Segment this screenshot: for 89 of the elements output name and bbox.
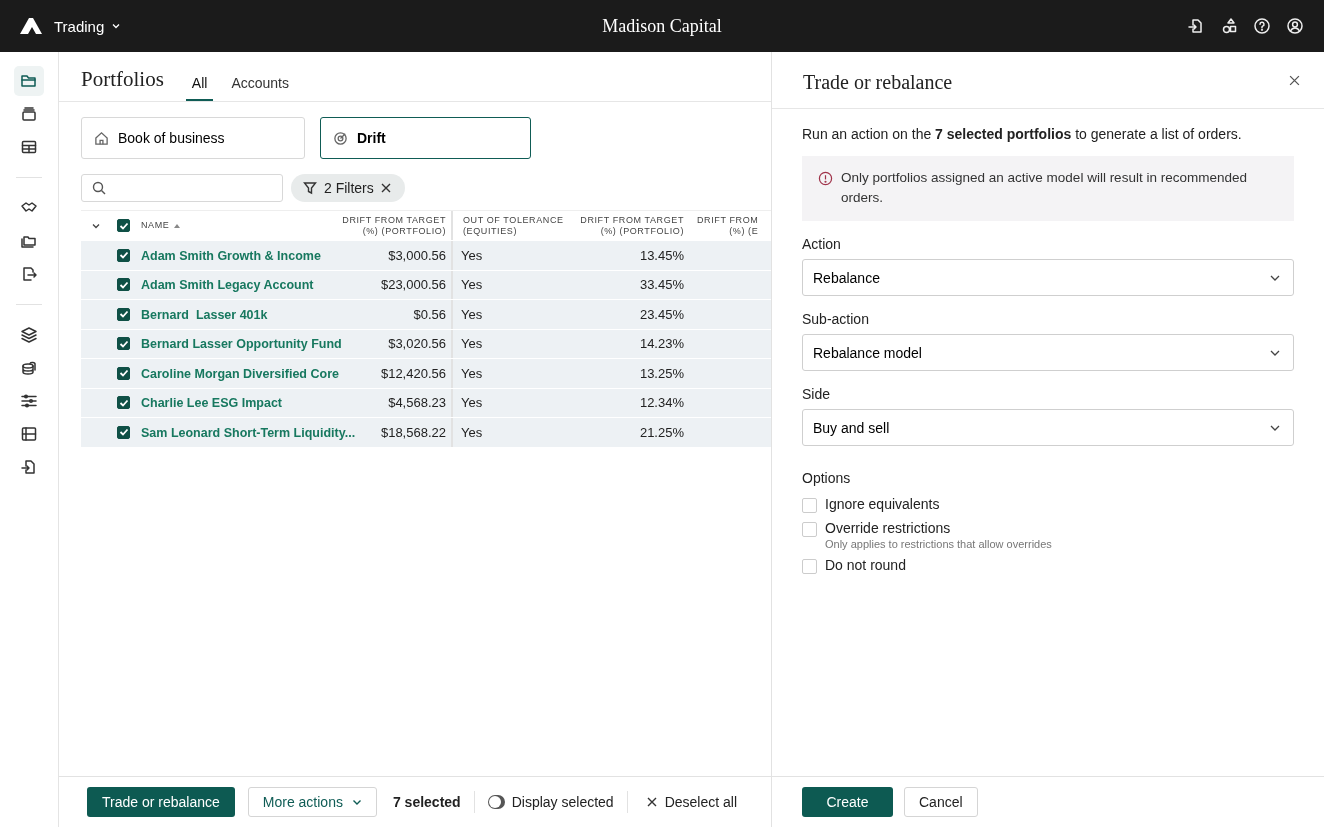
options-label: Options [802, 470, 852, 486]
portfolio-link[interactable]: Sam Leonard Short-Term Liquidity... [136, 425, 356, 440]
chevron-down-icon [111, 21, 122, 31]
export-icon[interactable] [20, 265, 38, 283]
dropdown[interactable]: Buy and sell [802, 409, 1294, 446]
deselect-all-button[interactable]: Deselect all [640, 793, 743, 811]
option-hint: Only applies to restrictions that allow overrides [825, 538, 1052, 550]
cancel-button[interactable]: Cancel [904, 787, 978, 817]
chevron-down-icon [351, 797, 362, 807]
checkbox[interactable] [117, 425, 130, 439]
organization-title: Madison Capital [602, 15, 722, 37]
tab[interactable]: All [185, 75, 214, 101]
dropdown[interactable]: Rebalance model [802, 334, 1294, 371]
panel-title: Trade or rebalance [803, 69, 953, 94]
portfolio-link[interactable]: Bernard Lasser Opportunity Fund [136, 337, 342, 352]
target-icon [333, 130, 348, 146]
table-cell-text: $4,568.23 [387, 395, 447, 411]
notice-text: Only portfolios assigned an active model will result in recommended orders. [841, 169, 1248, 207]
help-icon[interactable] [1253, 17, 1271, 35]
filter-label: 2 Filters [324, 180, 374, 196]
table-cell-text: $3,020.56 [387, 336, 447, 352]
panel-description: Run an action on the 7 selected portfolios to generate a list of orders. [802, 126, 1243, 142]
checkbox[interactable] [117, 307, 130, 321]
option-label: Ignore equivalents [825, 496, 940, 512]
toggle-label: Display selected [511, 794, 614, 810]
table-cell-text: 33.45% [638, 277, 685, 293]
create-button[interactable]: Create [802, 787, 893, 817]
filter-icon [303, 181, 317, 195]
coins-icon[interactable] [20, 359, 38, 377]
portfolio-link[interactable]: Bernard Lasser 401k [136, 307, 268, 322]
sliders-icon[interactable] [20, 392, 38, 410]
portfolio-link[interactable]: Caroline Morgan Diversified Core [136, 366, 339, 381]
view-card[interactable]: Book of business [81, 117, 305, 159]
table-cell-text: $3,000.56 [387, 247, 447, 263]
app-switcher[interactable]: Trading [54, 17, 122, 35]
search-icon [92, 181, 106, 195]
table-cell-text: 12.34% [638, 395, 685, 411]
search-field[interactable] [81, 174, 283, 202]
layers-icon[interactable] [20, 326, 38, 344]
checkbox[interactable] [117, 366, 130, 380]
close-icon[interactable] [1289, 74, 1300, 86]
folder-icon[interactable] [20, 72, 38, 90]
table-cell: Yes [451, 418, 570, 447]
field-label: Side [802, 386, 832, 402]
dropdown[interactable]: Rebalance [802, 259, 1294, 296]
info-icon [818, 171, 833, 186]
panel-icon[interactable] [20, 425, 38, 443]
stack-icon[interactable] [20, 105, 38, 123]
checkbox[interactable] [117, 219, 130, 232]
import-icon[interactable] [20, 458, 38, 476]
column-header[interactable]: DRIFT FROM TARGET (%) (PORTFOLIO) [341, 214, 451, 237]
option-label: Do not round [825, 557, 906, 573]
view-card[interactable]: Drift [320, 117, 531, 159]
column-header[interactable]: DRIFT FROM (%) (E [689, 214, 771, 237]
table-cell-text: 21.25% [638, 424, 685, 440]
logo-icon [20, 17, 42, 35]
filter-chip[interactable]: 2 Filters [291, 174, 405, 202]
trade-or-rebalance-button[interactable]: Trade or rebalance [87, 787, 235, 817]
table-cell-text: 13.25% [638, 365, 685, 381]
column-header[interactable]: DRIFT FROM TARGET (%) (PORTFOLIO) [570, 214, 689, 237]
portfolio-link[interactable]: Charlie Lee ESG Impact [136, 396, 283, 411]
field-label: Sub-action [802, 311, 870, 327]
user-icon[interactable] [1286, 17, 1304, 35]
checkbox[interactable] [117, 396, 130, 410]
table-cell-text: $23,000.56 [379, 277, 447, 293]
page-title: Portfolios [81, 67, 164, 93]
home-icon [94, 130, 109, 146]
checkbox[interactable] [117, 248, 130, 262]
more-actions-button[interactable]: More actions [247, 787, 377, 817]
shapes-icon[interactable] [1220, 17, 1238, 35]
tab[interactable]: Accounts [225, 75, 295, 101]
close-icon [646, 797, 657, 807]
table-cell-text: 23.45% [638, 306, 685, 322]
column-header[interactable]: NAME [136, 220, 341, 231]
selection-count: 7 selected [392, 794, 461, 810]
table-cell-text: 14.23% [638, 336, 685, 352]
toggle-switch[interactable] [487, 795, 505, 809]
portfolio-link[interactable]: Adam Smith Legacy Account [136, 278, 314, 293]
portfolio-link[interactable]: Adam Smith Growth & Income [136, 248, 321, 263]
option-label: Override restrictions [825, 520, 952, 536]
table-cell-text: 13.45% [638, 247, 685, 263]
document-arrow-icon[interactable] [1187, 17, 1205, 35]
close-icon[interactable] [380, 183, 391, 193]
table-icon[interactable] [20, 138, 38, 156]
field-label: Action [802, 236, 842, 252]
checkbox[interactable] [117, 337, 130, 351]
checkbox[interactable] [117, 278, 130, 292]
table-cell-text: $12,420.56 [379, 365, 447, 381]
table-cell-text: $0.56 [412, 306, 447, 322]
